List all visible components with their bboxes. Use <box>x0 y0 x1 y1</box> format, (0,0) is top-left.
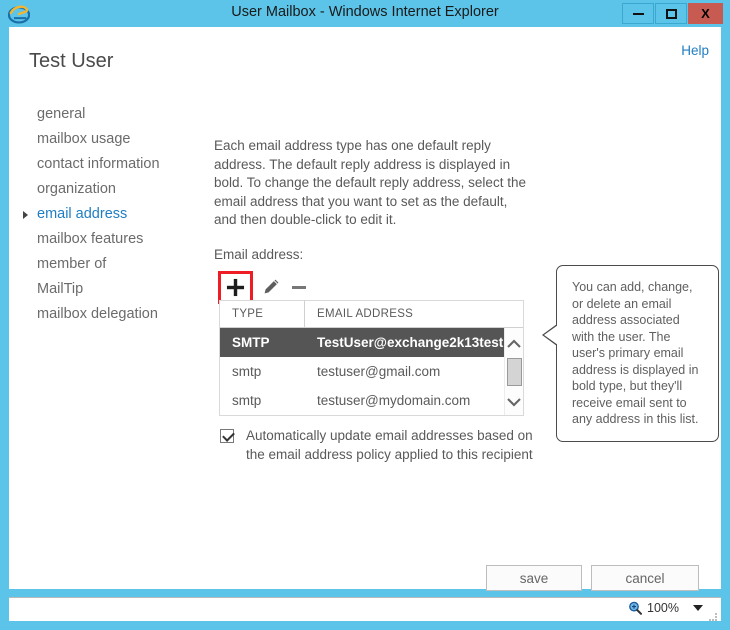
sidebar-item-email-address[interactable]: email address <box>9 202 204 227</box>
email-address-table: TYPE EMAIL ADDRESS SMTP TestUser@exchang… <box>219 300 524 416</box>
sidebar-item-label: general <box>37 106 86 122</box>
help-link[interactable]: Help <box>681 43 709 58</box>
sidebar-item-label: mailbox usage <box>37 131 131 147</box>
check-icon <box>222 429 235 442</box>
email-address-label: Email address: <box>214 246 304 262</box>
column-header-email-address: EMAIL ADDRESS <box>317 308 414 320</box>
chevron-down-icon[interactable] <box>693 605 703 611</box>
sidebar-item-member-of[interactable]: member of <box>9 252 204 277</box>
cell-email-address: TestUser@exchange2k13test.local <box>317 335 523 350</box>
table-header: TYPE EMAIL ADDRESS <box>220 301 523 328</box>
chevron-down-icon[interactable] <box>505 393 523 411</box>
browser-window: User Mailbox - Windows Internet Explorer… <box>0 0 730 630</box>
sidebar-item-mailbox-delegation[interactable]: mailbox delegation <box>9 302 204 327</box>
cancel-button[interactable]: cancel <box>591 565 699 591</box>
auto-update-policy-row: Automatically update email addresses bas… <box>220 427 540 464</box>
zoom-level-label: 100% <box>647 601 679 615</box>
close-icon: X <box>701 6 710 21</box>
scrollbar-thumb[interactable] <box>507 358 522 386</box>
chevron-up-icon[interactable] <box>505 334 523 352</box>
maximize-button[interactable] <box>655 3 687 24</box>
add-email-address-button[interactable] <box>218 270 253 304</box>
table-scrollbar[interactable] <box>504 328 523 415</box>
table-row[interactable]: smtp testuser@mydomain.com <box>220 386 523 415</box>
sidebar-item-label: MailTip <box>37 281 84 297</box>
internet-explorer-icon <box>7 3 31 25</box>
sidebar-item-label: email address <box>37 206 128 222</box>
callout-text: You can add, change, or delete an email … <box>572 280 699 426</box>
close-button[interactable]: X <box>688 3 723 24</box>
table-row[interactable]: smtp testuser@gmail.com <box>220 357 523 386</box>
cell-email-address: testuser@gmail.com <box>317 364 441 379</box>
auto-update-policy-checkbox[interactable] <box>220 429 235 443</box>
minimize-button[interactable] <box>622 3 654 24</box>
cell-type: smtp <box>232 393 262 408</box>
table-body: SMTP TestUser@exchange2k13test.local smt… <box>220 328 523 415</box>
sidebar-item-general[interactable]: general <box>9 102 204 127</box>
info-callout: You can add, change, or delete an email … <box>542 265 719 442</box>
auto-update-policy-label[interactable]: Automatically update email addresses bas… <box>246 427 540 464</box>
cell-type: smtp <box>232 364 262 379</box>
sidebar-item-label: member of <box>37 256 107 272</box>
page-content: Help Test User general mailbox usage con… <box>9 27 721 591</box>
sidebar-item-label: mailbox features <box>37 231 144 247</box>
save-button[interactable]: save <box>486 565 582 591</box>
minus-icon[interactable] <box>292 285 306 289</box>
status-bar: 100% <box>9 597 721 621</box>
maximize-icon <box>665 8 677 19</box>
plus-icon <box>226 278 245 296</box>
resize-grip[interactable] <box>708 609 718 621</box>
sidebar-item-label: contact information <box>37 156 160 172</box>
minimize-icon <box>632 12 644 15</box>
magnifier-icon <box>628 601 643 615</box>
cell-type: SMTP <box>232 335 270 350</box>
sidebar-item-mailbox-usage[interactable]: mailbox usage <box>9 127 204 152</box>
zoom-control[interactable]: 100% <box>628 601 703 615</box>
sidebar-item-label: organization <box>37 181 116 197</box>
sidebar-item-mailtip[interactable]: MailTip <box>9 277 204 302</box>
email-address-panel: Each email address type has one default … <box>214 137 554 462</box>
sidebar-item-contact-information[interactable]: contact information <box>9 152 204 177</box>
sidebar-item-organization[interactable]: organization <box>9 177 204 202</box>
sidebar-item-label: mailbox delegation <box>37 306 158 322</box>
pencil-icon[interactable] <box>262 278 280 296</box>
sidebar-item-mailbox-features[interactable]: mailbox features <box>9 227 204 252</box>
window-title: User Mailbox - Windows Internet Explorer <box>231 4 499 20</box>
panel-description: Each email address type has one default … <box>214 138 526 227</box>
selected-arrow-icon <box>23 211 28 219</box>
page-title: Test User <box>29 50 114 72</box>
sidebar-nav: general mailbox usage contact informatio… <box>9 102 204 327</box>
column-header-type: TYPE <box>220 301 305 327</box>
title-bar: User Mailbox - Windows Internet Explorer… <box>0 0 730 27</box>
callout-pointer-fill <box>544 325 558 345</box>
cell-email-address: testuser@mydomain.com <box>317 393 471 408</box>
table-row[interactable]: SMTP TestUser@exchange2k13test.local <box>220 328 523 357</box>
